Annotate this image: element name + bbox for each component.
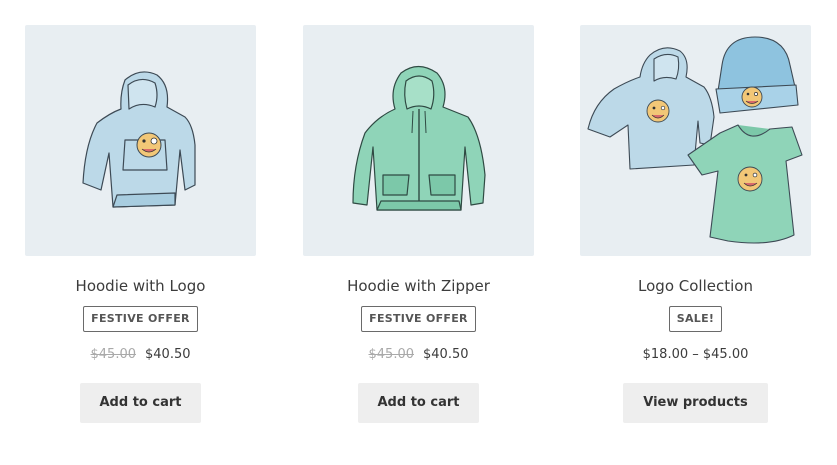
sale-price: $40.50	[423, 347, 469, 362]
product-card-hoodie-with-logo: Hoodie with Logo FESTIVE OFFER $45.00 $40…	[25, 25, 256, 423]
product-price-range: $18.00 – $45.00	[642, 347, 749, 362]
product-image-hoodie-with-zipper[interactable]	[303, 25, 534, 256]
add-to-cart-button[interactable]: Add to cart	[357, 383, 480, 423]
original-price: $45.00	[90, 347, 137, 362]
product-title[interactable]: Hoodie with Zipper	[303, 276, 534, 296]
sale-badge: FESTIVE OFFER	[83, 306, 198, 332]
sale-badge: FESTIVE OFFER	[361, 306, 476, 332]
sale-badge: SALE!	[668, 306, 723, 332]
product-image-hoodie-with-logo[interactable]	[25, 25, 256, 256]
sale-price: $40.50	[145, 347, 191, 362]
original-price: $45.00	[368, 347, 415, 362]
product-price: $45.00 $40.50	[25, 346, 256, 364]
product-card-logo-collection: Logo Collection SALE! $18.00 – $45.00 Vi…	[580, 25, 811, 423]
view-products-button[interactable]: View products	[623, 383, 768, 423]
product-price: $45.00 $40.50	[303, 346, 534, 364]
add-to-cart-button[interactable]: Add to cart	[79, 383, 202, 423]
product-image-logo-collection[interactable]	[580, 25, 811, 256]
product-grid: Hoodie with Logo FESTIVE OFFER $45.00 $40…	[25, 25, 811, 445]
product-title[interactable]: Hoodie with Logo	[25, 276, 256, 296]
product-title[interactable]: Logo Collection	[580, 276, 811, 296]
product-card-hoodie-with-zipper: Hoodie with Zipper FESTIVE OFFER $45.00 $…	[303, 25, 534, 423]
